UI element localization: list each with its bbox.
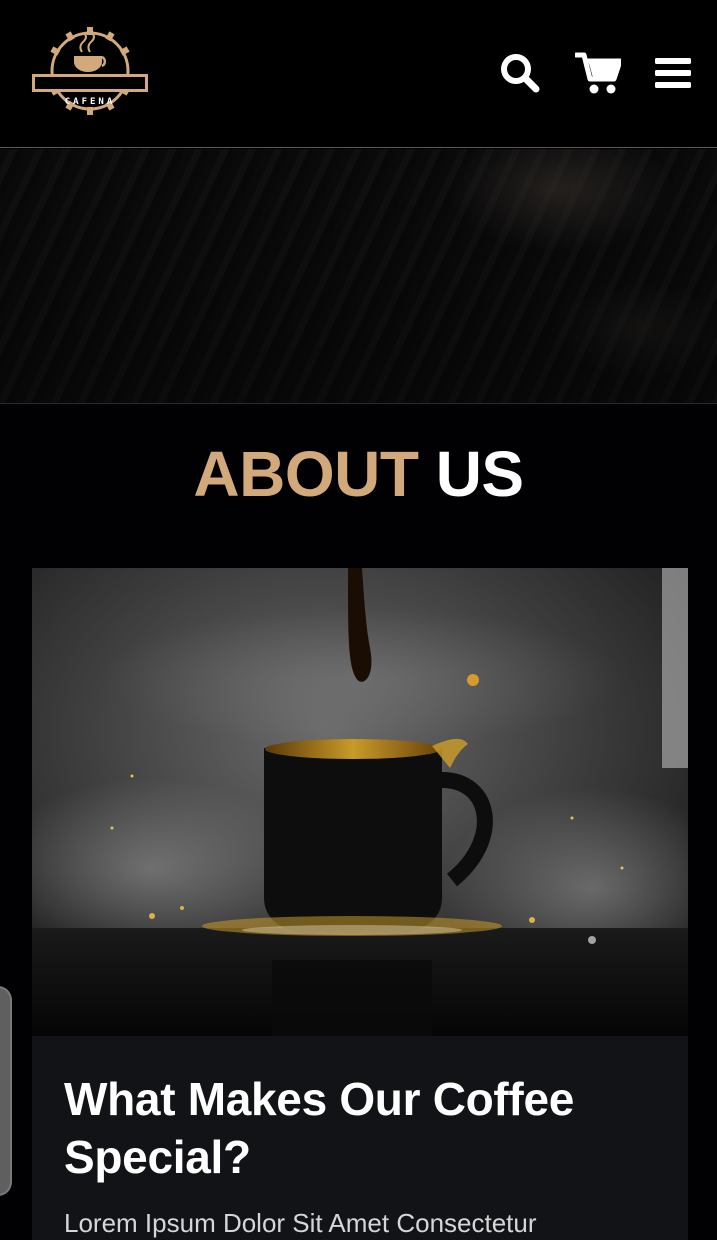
header-actions [499, 50, 691, 96]
side-drawer-handle[interactable] [0, 986, 12, 1196]
card-heading: What Makes Our Coffee Special? [64, 1073, 575, 1183]
cart-icon[interactable] [575, 52, 621, 94]
about-card: What Makes Our Coffee Special? Lorem Ips… [32, 568, 688, 1240]
logo-wordmark: CAFENA [64, 97, 116, 107]
about-title-plain: US [435, 438, 524, 510]
cafena-logo[interactable]: CAFENA [30, 22, 150, 120]
site-header: CAFENA [0, 0, 717, 148]
page: CAFENA ABOUT US What Makes Our Coffee Sp… [0, 0, 717, 1240]
coffee-cup-image [32, 568, 688, 1036]
hero-banner [0, 149, 717, 404]
search-icon[interactable] [499, 52, 541, 94]
hamburger-menu-icon[interactable] [655, 56, 691, 90]
about-section-title: ABOUT US [0, 438, 717, 510]
card-description: Lorem Ipsum Dolor Sit Amet Consectetur [64, 1208, 537, 1238]
about-title-accent: ABOUT [193, 438, 419, 510]
